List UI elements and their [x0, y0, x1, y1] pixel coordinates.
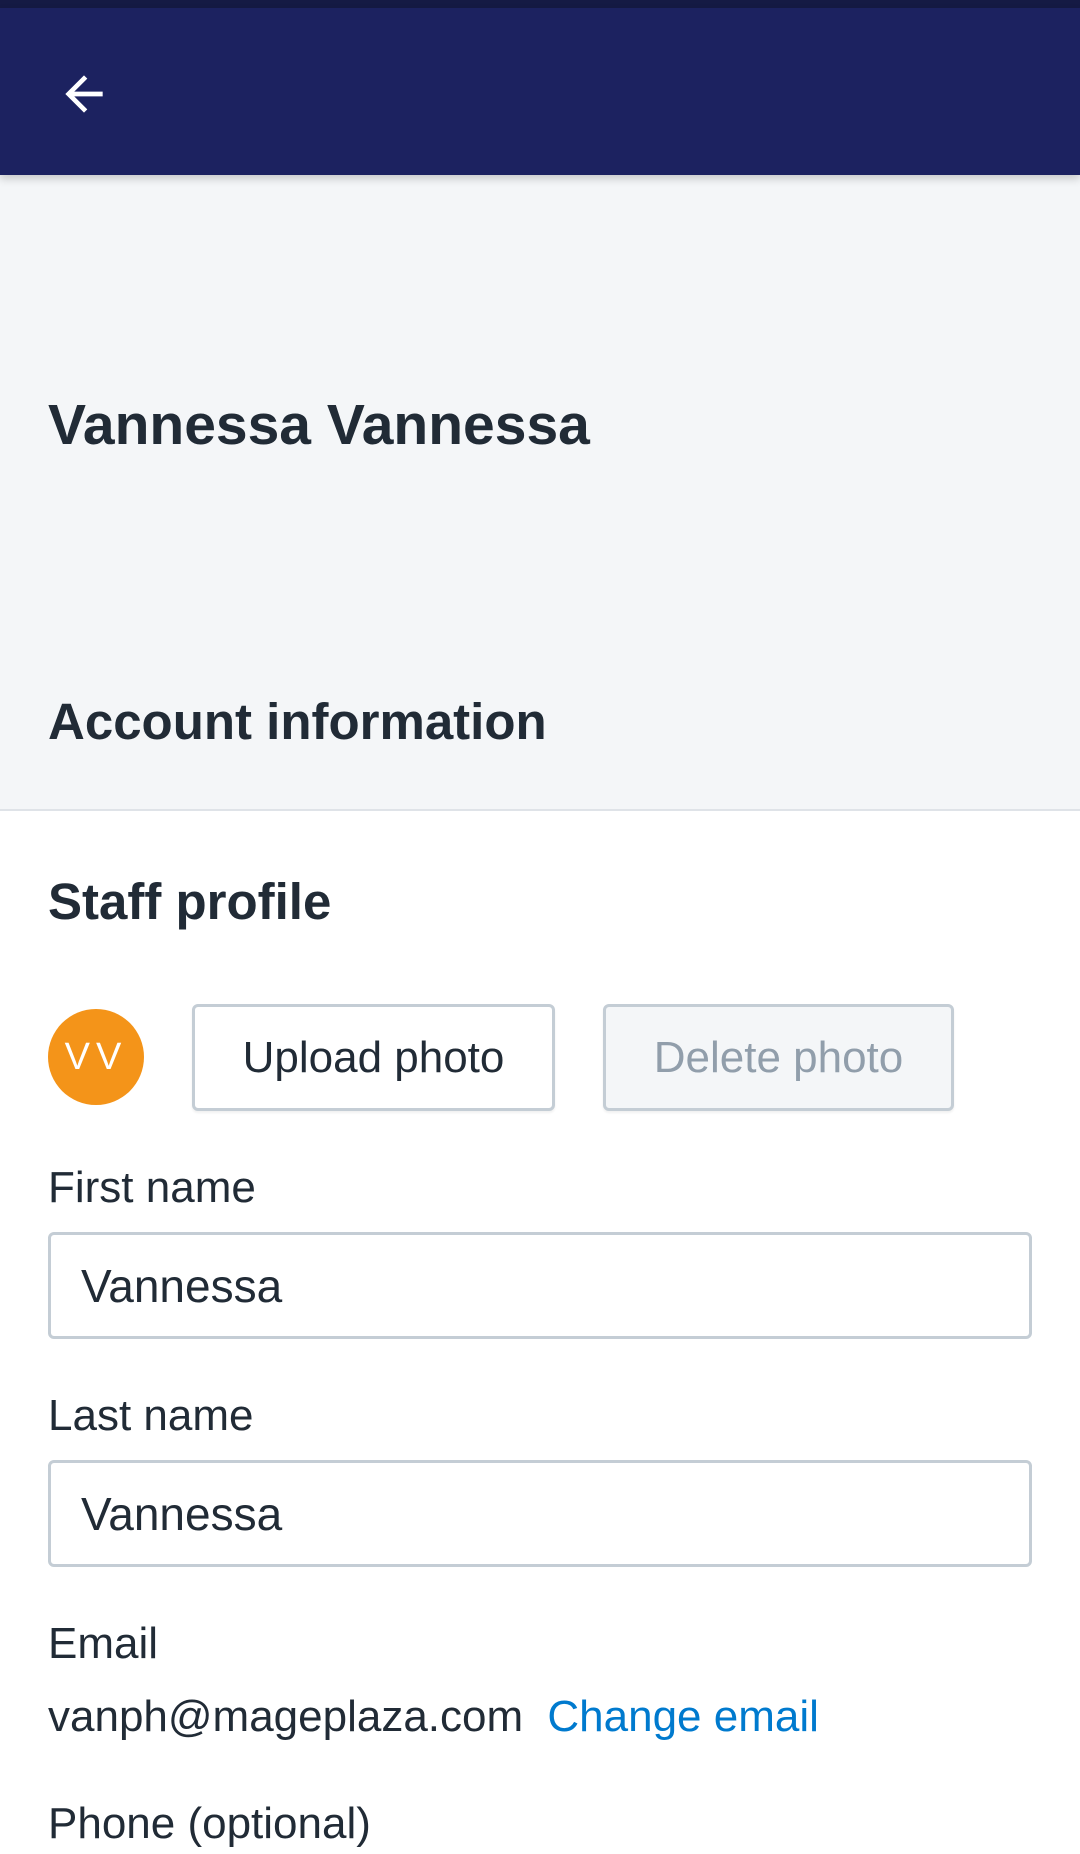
- last-name-label: Last name: [48, 1391, 254, 1440]
- section-title: Account information: [48, 693, 547, 750]
- arrow-left-icon: [65, 75, 103, 113]
- first-name-label: First name: [48, 1163, 256, 1212]
- upload-photo-button[interactable]: Upload photo: [192, 1004, 555, 1111]
- back-button[interactable]: [40, 50, 128, 138]
- email-label: Email: [48, 1619, 159, 1668]
- last-name-field[interactable]: [48, 1460, 1032, 1567]
- avatar-initials: VV: [64, 1035, 128, 1078]
- page-title: Vannessa Vannessa: [48, 393, 590, 457]
- email-value: vanph@mageplaza.com: [48, 1692, 524, 1741]
- change-email-link[interactable]: Change email: [547, 1692, 819, 1741]
- status-bar: [0, 0, 1080, 8]
- avatar: VV: [48, 1009, 144, 1105]
- email-row: vanph@mageplaza.com Change email: [48, 1690, 819, 1744]
- staff-profile-title: Staff profile: [48, 873, 332, 930]
- delete-photo-button: Delete photo: [603, 1004, 954, 1111]
- phone-label: Phone (optional): [48, 1799, 371, 1848]
- app-bar: [0, 8, 1080, 175]
- first-name-field[interactable]: [48, 1232, 1032, 1339]
